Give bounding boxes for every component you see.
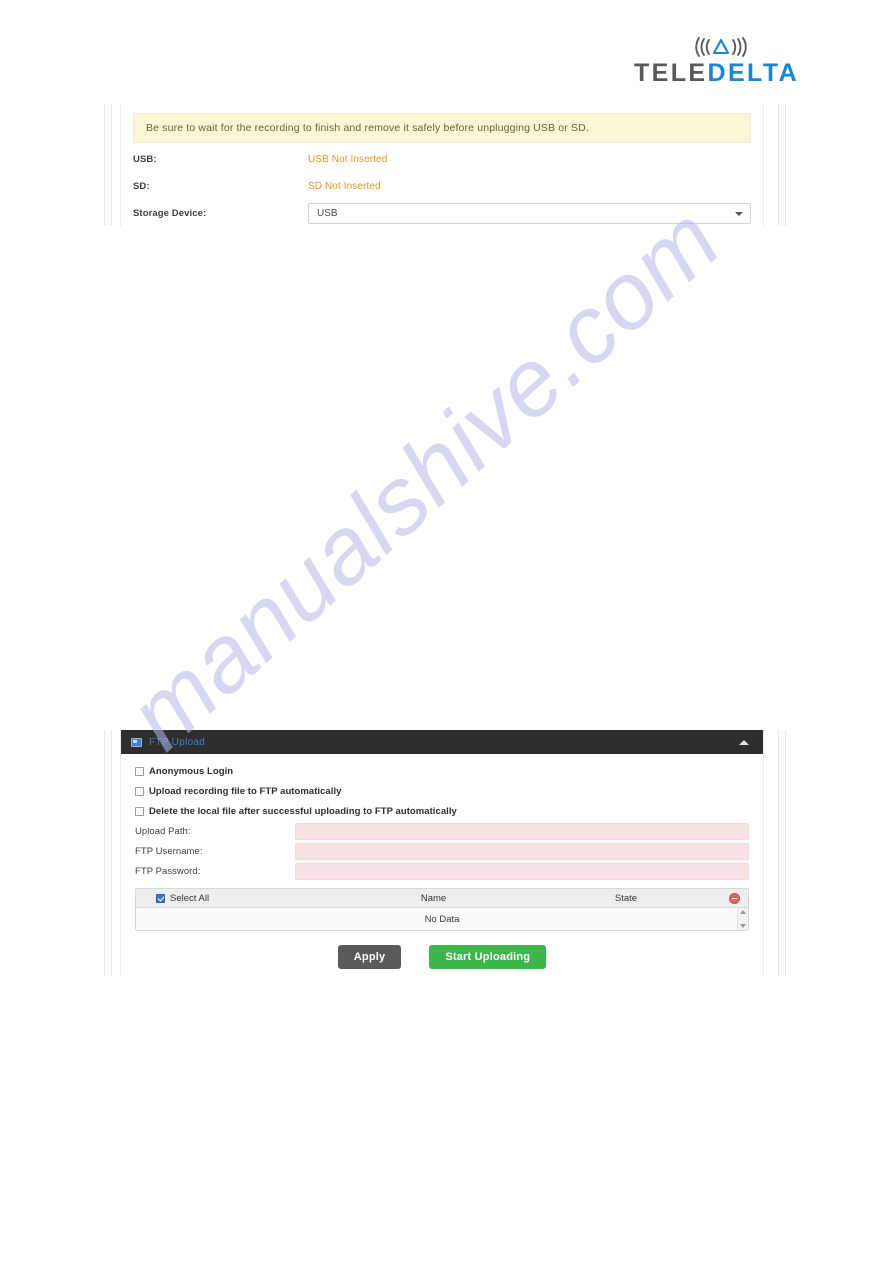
sd-status-row: SD: SD Not Inserted xyxy=(121,176,763,197)
start-uploading-button[interactable]: Start Uploading xyxy=(429,945,547,969)
column-header-state: State xyxy=(614,892,638,904)
upload-path-input[interactable] xyxy=(295,823,749,840)
table-scrollbar[interactable] xyxy=(737,908,748,930)
anonymous-login-checkbox[interactable] xyxy=(135,767,144,776)
scroll-down-arrow-icon[interactable] xyxy=(740,924,746,928)
storage-settings-panel: Be sure to wait for the recording to fin… xyxy=(104,104,786,226)
ftp-upload-panel: FTP Upload Anonymous Login Upload record… xyxy=(104,730,786,976)
ftp-username-input[interactable] xyxy=(295,843,749,860)
brand-word-delta: DELTA xyxy=(707,59,800,87)
upload-path-row: Upload Path: xyxy=(135,822,749,841)
signal-triangle-icon xyxy=(695,37,747,57)
select-all-cell[interactable]: Select All xyxy=(136,893,336,904)
table-empty-text: No Data xyxy=(424,913,460,925)
page-gutter-left xyxy=(104,730,112,976)
storage-device-row: Storage Device: USB xyxy=(121,203,763,224)
column-header-name: Name xyxy=(420,892,447,904)
sd-status-label: SD: xyxy=(133,181,150,192)
storage-notice-banner: Be sure to wait for the recording to fin… xyxy=(133,113,751,143)
ftp-username-label: FTP Username: xyxy=(135,846,203,857)
ftp-password-label: FTP Password: xyxy=(135,866,201,877)
watermark-text: manualshive.com xyxy=(108,186,741,770)
select-all-label: Select All xyxy=(170,892,210,904)
delete-selected-cell[interactable] xyxy=(721,892,748,904)
delete-local-file-checkbox[interactable] xyxy=(135,807,144,816)
ftp-panel-title: FTP Upload xyxy=(149,736,206,748)
auto-upload-row[interactable]: Upload recording file to FTP automatical… xyxy=(135,782,749,801)
chevron-down-icon xyxy=(735,211,743,216)
apply-button[interactable]: Apply xyxy=(337,945,402,969)
delete-local-file-row[interactable]: Delete the local file after successful u… xyxy=(135,802,749,821)
usb-status-value: USB Not Inserted xyxy=(308,154,388,165)
chevron-up-icon[interactable] xyxy=(739,740,749,745)
storage-device-selected-value: USB xyxy=(317,208,338,219)
delete-local-file-label: Delete the local file after successful u… xyxy=(149,806,457,817)
table-header-row: Select All Name State xyxy=(136,889,748,908)
scroll-up-arrow-icon[interactable] xyxy=(740,910,746,914)
usb-status-row: USB: USB Not Inserted xyxy=(121,149,763,170)
anonymous-login-row[interactable]: Anonymous Login xyxy=(135,762,749,781)
usb-status-label: USB: xyxy=(133,154,157,165)
ftp-action-buttons: Apply Start Uploading xyxy=(135,945,749,969)
upload-path-label: Upload Path: xyxy=(135,826,191,837)
sd-status-value: SD Not Inserted xyxy=(308,181,381,192)
auto-upload-label: Upload recording file to FTP automatical… xyxy=(149,786,342,797)
page-gutter-right xyxy=(778,104,786,226)
storage-device-select[interactable]: USB xyxy=(308,203,751,224)
brand-wordmark: TELEDELTA xyxy=(634,58,797,88)
ftp-panel-header[interactable]: FTP Upload xyxy=(121,730,763,754)
ftp-password-input[interactable] xyxy=(295,863,749,880)
brand-word-tele: TELE xyxy=(634,59,708,87)
table-empty-row: No Data xyxy=(136,908,748,930)
anonymous-login-label: Anonymous Login xyxy=(149,766,234,777)
ftp-password-row: FTP Password: xyxy=(135,862,749,881)
storage-device-label: Storage Device: xyxy=(133,208,207,219)
delete-circle-icon[interactable] xyxy=(729,892,740,904)
upload-files-table: Select All Name State No Data xyxy=(135,888,749,931)
brand-logo: TELEDELTA xyxy=(634,36,797,94)
select-all-checkbox[interactable] xyxy=(156,893,165,903)
monitor-icon xyxy=(131,737,142,747)
ftp-username-row: FTP Username: xyxy=(135,842,749,861)
auto-upload-checkbox[interactable] xyxy=(135,787,144,796)
page-gutter-right xyxy=(778,730,786,976)
page-gutter-left xyxy=(104,104,112,226)
